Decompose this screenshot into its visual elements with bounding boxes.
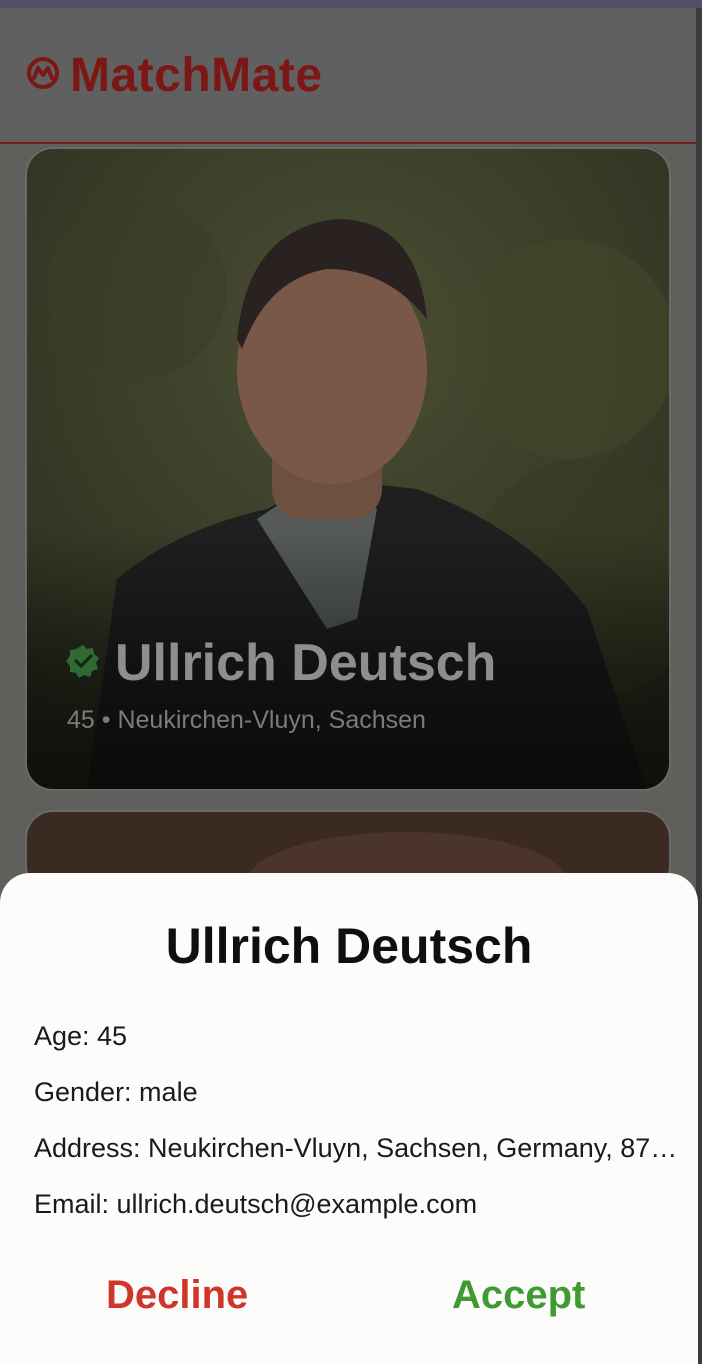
email-text: Email: ullrich.deutsch@example.com (34, 1189, 478, 1219)
age-text: Age: 45 (34, 1021, 128, 1051)
profile-subtitle: 45 • Neukirchen-Vluyn, Sachsen (67, 706, 426, 734)
matchmate-logo-icon (26, 56, 60, 95)
profile-name: Ullrich Deutsch (115, 634, 497, 692)
sheet-title: Ullrich Deutsch (165, 918, 533, 974)
profile-details-sheet: Ullrich Deutsch Age: 45 Gender: male Add… (0, 873, 698, 1364)
verified-badge-icon (65, 643, 101, 684)
card-name-row: Ullrich Deutsch (65, 633, 496, 693)
app-title: MatchMate (70, 49, 323, 102)
app-bar: MatchMate (0, 8, 702, 144)
brand: MatchMate (26, 48, 323, 103)
decline-button[interactable]: Decline (106, 1273, 248, 1318)
accept-button[interactable]: Accept (452, 1273, 585, 1318)
status-bar (0, 0, 702, 8)
address-text: Address: Neukirchen-Vluyn, Sachsen, Germ… (34, 1133, 678, 1163)
gender-text: Gender: male (34, 1077, 198, 1107)
profile-card[interactable]: Ullrich Deutsch 45 • Neukirchen-Vluyn, S… (27, 149, 669, 789)
